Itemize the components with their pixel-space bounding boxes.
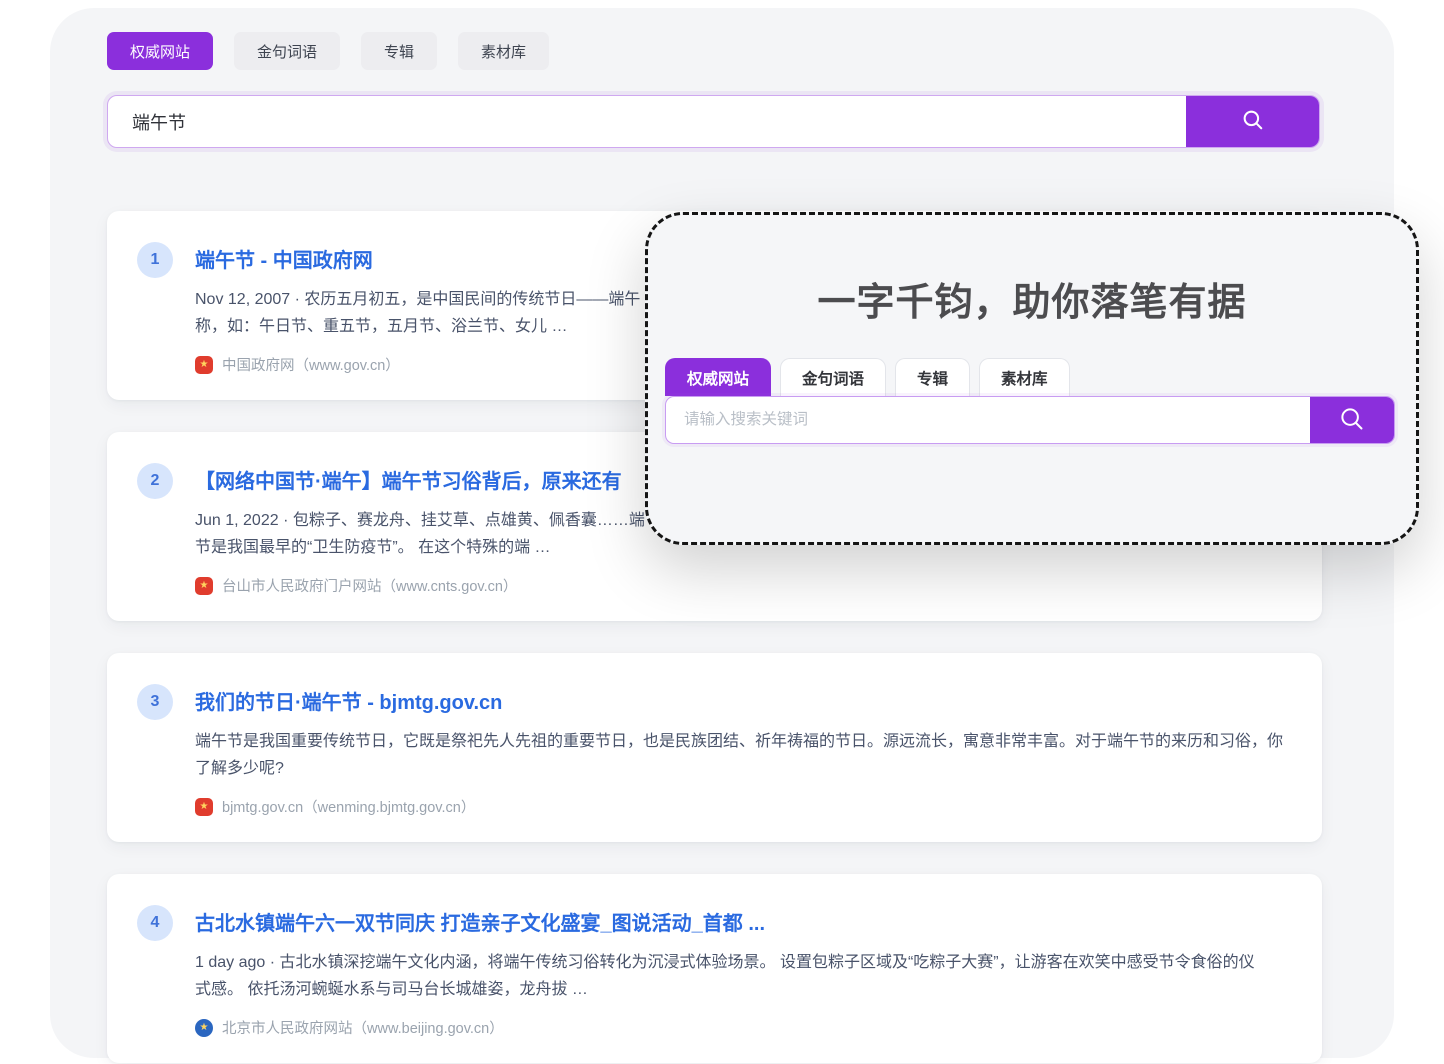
tab-golden-phrases[interactable]: 金句词语 <box>234 32 340 70</box>
promo-tab-material-library[interactable]: 素材库 <box>979 358 1070 396</box>
search-button[interactable] <box>1186 96 1319 147</box>
search-input[interactable] <box>108 96 1186 147</box>
snippet-line: 端午节是我国重要传统节日，它既是祭祀先人先祖的重要节日，也是民族团结、祈年祷福的… <box>195 728 1292 755</box>
search-icon <box>1240 107 1266 136</box>
source-text: 台山市人民政府门户网站（www.cnts.gov.cn） <box>222 575 517 596</box>
result-source: ★ bjmtg.gov.cn（wenming.bjmtg.gov.cn） <box>195 796 1292 817</box>
result-body: 我们的节日·端午节 - bjmtg.gov.cn 端午节是我国重要传统节日，它既… <box>195 680 1292 817</box>
result-title-link[interactable]: 【网络中国节·端午】端午节习俗背后，原来还有 <box>195 465 622 494</box>
snippet-line: 了解多少呢? <box>195 755 1292 782</box>
tab-authoritative-sites[interactable]: 权威网站 <box>107 32 213 70</box>
category-tabs: 权威网站 金句词语 专辑 素材库 <box>107 32 1322 70</box>
result-card-3: 3 我们的节日·端午节 - bjmtg.gov.cn 端午节是我国重要传统节日，… <box>107 653 1322 842</box>
promo-tab-authoritative-sites[interactable]: 权威网站 <box>665 358 771 396</box>
gov-emblem-icon: ★ <box>195 1019 213 1037</box>
source-text: 北京市人民政府网站（www.beijing.gov.cn） <box>222 1017 504 1038</box>
main-content: 权威网站 金句词语 专辑 素材库 1 端午节 - 中国政府网 Nov 12, 2… <box>107 32 1322 1064</box>
promo-tab-albums[interactable]: 专辑 <box>895 358 970 396</box>
search-bar <box>107 95 1320 148</box>
rank-badge: 3 <box>137 684 173 720</box>
result-body: 古北水镇端午六一双节同庆 打造亲子文化盛宴_图说活动_首都 ... 1 day … <box>195 901 1292 1038</box>
rank-badge: 4 <box>137 905 173 941</box>
gov-emblem-icon: ★ <box>195 577 213 595</box>
result-snippet: 1 day ago · 古北水镇深挖端午文化内涵，将端午传统习俗转化为沉浸式体验… <box>195 949 1292 1003</box>
promo-category-tabs: 权威网站 金句词语 专辑 素材库 <box>665 358 1070 396</box>
source-text: 中国政府网（www.gov.cn） <box>222 354 400 375</box>
promo-search-bar <box>665 396 1395 444</box>
result-source: ★ 台山市人民政府门户网站（www.cnts.gov.cn） <box>195 575 1292 596</box>
promo-search-button[interactable] <box>1310 397 1394 443</box>
gov-emblem-icon: ★ <box>195 798 213 816</box>
app-window: 权威网站 金句词语 专辑 素材库 1 端午节 - 中国政府网 Nov 12, 2… <box>0 0 1444 1064</box>
result-title-link[interactable]: 古北水镇端午六一双节同庆 打造亲子文化盛宴_图说活动_首都 ... <box>195 907 765 936</box>
promo-tab-golden-phrases[interactable]: 金句词语 <box>780 358 886 396</box>
result-title-link[interactable]: 端午节 - 中国政府网 <box>195 244 373 273</box>
rank-badge: 2 <box>137 463 173 499</box>
result-title-link[interactable]: 我们的节日·端午节 - bjmtg.gov.cn <box>195 686 502 715</box>
promo-overlay-card: 一字千钧，助你落笔有据 权威网站 金句词语 专辑 素材库 <box>645 212 1419 545</box>
snippet-line: 1 day ago · 古北水镇深挖端午文化内涵，将端午传统习俗转化为沉浸式体验… <box>195 949 1292 976</box>
promo-headline: 一字千钧，助你落笔有据 <box>648 271 1416 326</box>
result-snippet: 端午节是我国重要传统节日，它既是祭祀先人先祖的重要节日，也是民族团结、祈年祷福的… <box>195 728 1292 782</box>
promo-search-input[interactable] <box>666 397 1310 443</box>
tab-albums[interactable]: 专辑 <box>361 32 437 70</box>
snippet-line: 式感。 依托汤河蜿蜒水系与司马台长城雄姿，龙舟拔 … <box>195 976 1292 1003</box>
source-text: bjmtg.gov.cn（wenming.bjmtg.gov.cn） <box>222 796 475 817</box>
gov-emblem-icon: ★ <box>195 356 213 374</box>
result-source: ★ 北京市人民政府网站（www.beijing.gov.cn） <box>195 1017 1292 1038</box>
rank-badge: 1 <box>137 242 173 278</box>
tab-material-library[interactable]: 素材库 <box>458 32 549 70</box>
search-icon <box>1337 404 1367 437</box>
result-card-4: 4 古北水镇端午六一双节同庆 打造亲子文化盛宴_图说活动_首都 ... 1 da… <box>107 874 1322 1063</box>
